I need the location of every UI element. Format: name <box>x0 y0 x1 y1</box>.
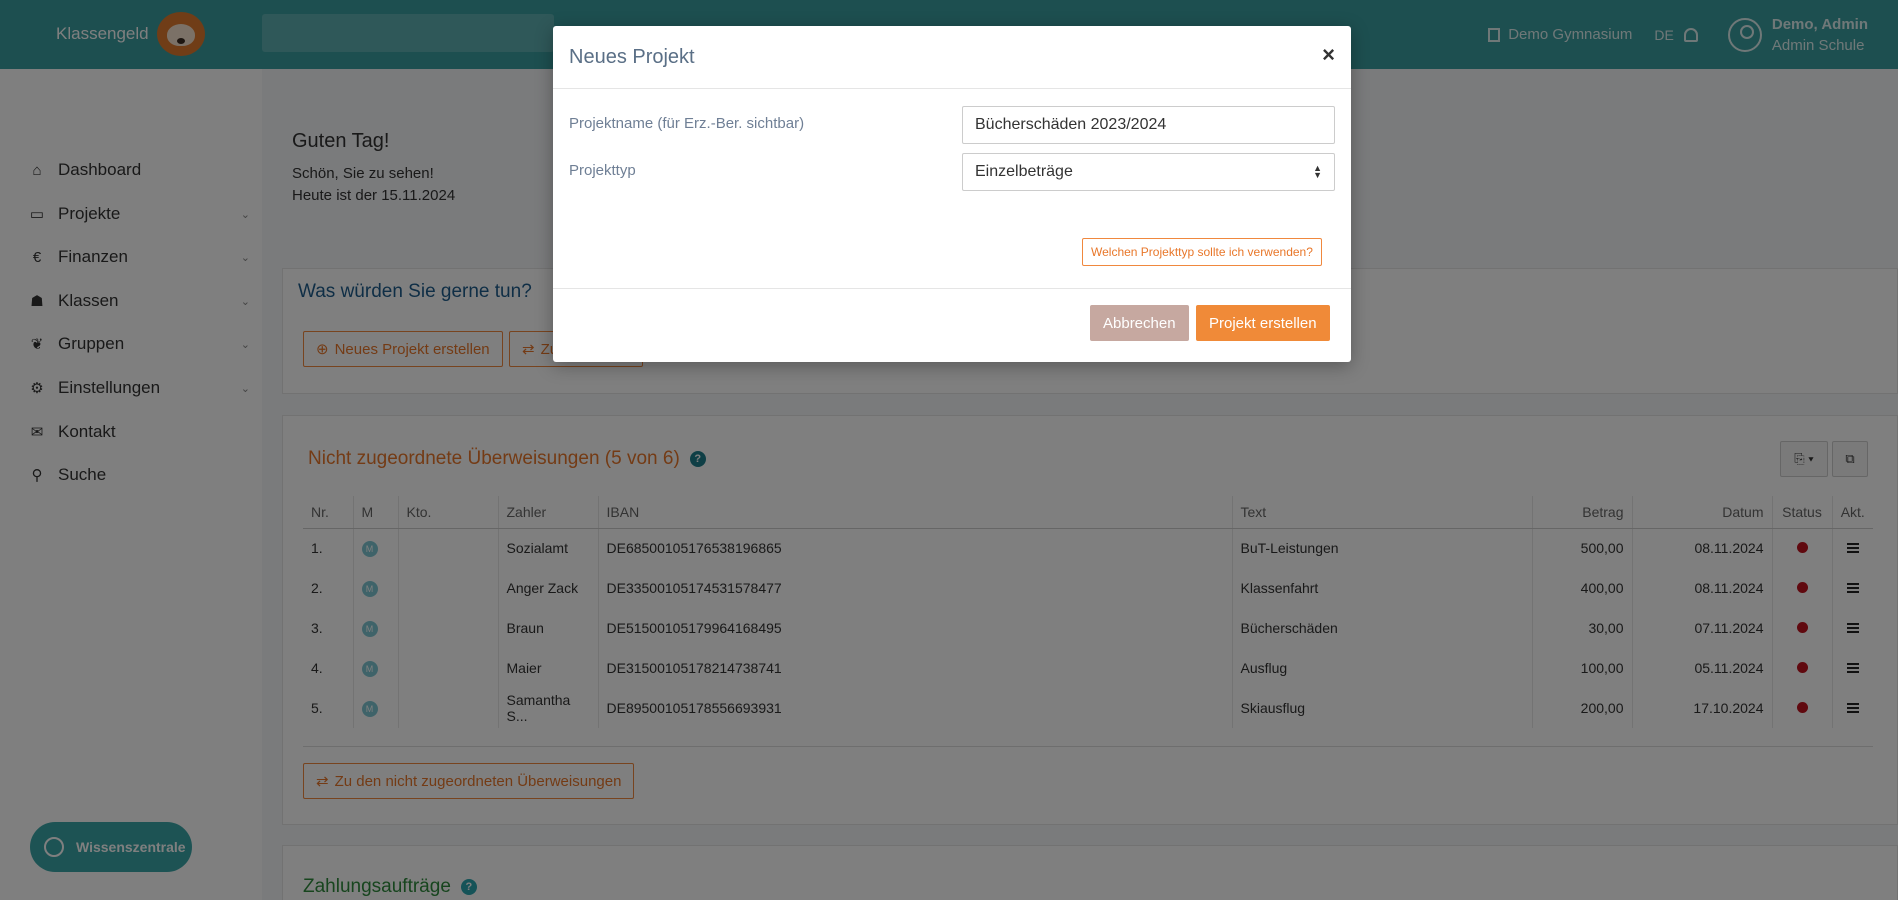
modal-footer-divider <box>553 288 1351 289</box>
project-name-label: Projektname (für Erz.-Ber. sichtbar) <box>569 115 805 132</box>
project-type-label: Projekttyp <box>569 162 636 179</box>
modal-header: Neues Projekt × <box>553 26 1351 89</box>
create-project-label: Projekt erstellen <box>1209 314 1317 332</box>
project-type-value: Einzelbeträge <box>975 163 1073 180</box>
new-project-modal: Neues Projekt × Projektname (für Erz.-Be… <box>553 26 1351 362</box>
project-type-help-label: Welchen Projekttyp sollte ich verwenden? <box>1091 245 1313 259</box>
project-name-input[interactable]: Bücherschäden 2023/2024 <box>962 106 1335 144</box>
select-arrows-icon: ▲ ▼ <box>1313 163 1322 180</box>
cancel-button[interactable]: Abbrechen <box>1090 305 1189 341</box>
project-type-help-button[interactable]: Welchen Projekttyp sollte ich verwenden? <box>1082 238 1322 266</box>
create-project-button[interactable]: Projekt erstellen <box>1196 305 1330 341</box>
cancel-label: Abbrechen <box>1103 314 1176 332</box>
project-type-select[interactable]: Einzelbeträge ▲ ▼ <box>962 153 1335 191</box>
modal-title: Neues Projekt <box>569 46 695 68</box>
close-icon[interactable]: × <box>1322 42 1335 68</box>
project-name-value: Bücherschäden 2023/2024 <box>975 116 1167 133</box>
